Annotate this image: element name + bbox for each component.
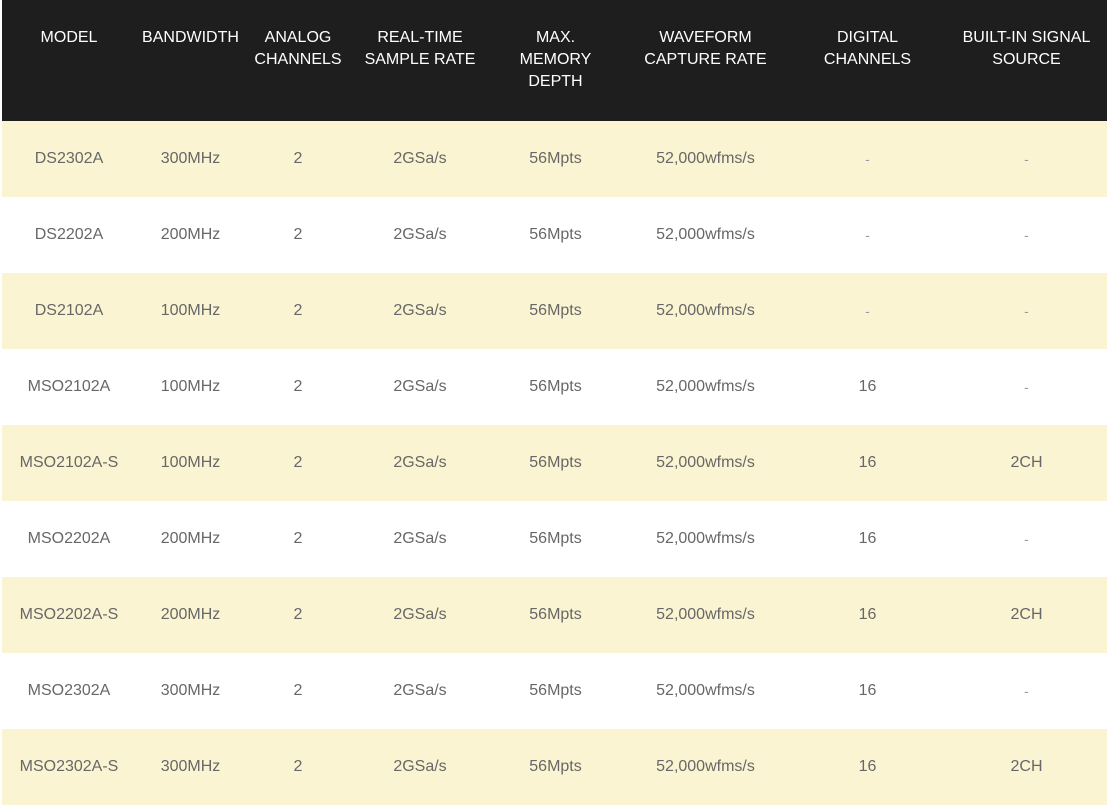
cell-model: MSO2102A-S — [19, 454, 119, 471]
cell-capture-rate: 52,000wfms/s — [656, 454, 755, 471]
cell-sample-rate: 2GSa/s — [393, 758, 447, 775]
table-row: DS2202A 200MHz 2 2GSa/s 56Mpts 52,000wfms/s - - — [2, 197, 1107, 273]
table-row: MSO2202A 200MHz 2 2GSa/s 56Mpts 52,000wfms/s 1… — [2, 501, 1107, 577]
cell-capture-rate: 52,000wfms/s — [656, 226, 755, 243]
table-row: MSO2102A-S 100MHz 2 2GSa/s 56Mpts 52,000wfms/… — [2, 425, 1107, 501]
cell-analog-channels: 2 — [293, 302, 303, 319]
cell-bandwidth: 200MHz — [160, 606, 221, 623]
cell-model: DS2102A — [34, 302, 104, 319]
cell-capture-rate: 52,000wfms/s — [656, 150, 755, 167]
cell-model: MSO2202A-S — [19, 606, 119, 623]
header-analog-channels: ANALOG CHANNELS — [254, 29, 342, 68]
cell-bandwidth: 100MHz — [160, 302, 221, 319]
table-row: DS2102A 100MHz 2 2GSa/s 56Mpts 52,000wfms/s - - — [2, 273, 1107, 349]
cell-sample-rate: 2GSa/s — [393, 530, 447, 547]
cell-signal-source: - — [1024, 683, 1029, 699]
cell-analog-channels: 2 — [293, 454, 303, 471]
cell-capture-rate: 52,000wfms/s — [656, 302, 755, 319]
cell-sample-rate: 2GSa/s — [393, 682, 447, 699]
cell-model: MSO2302A-S — [19, 758, 119, 775]
cell-memory-depth: 56Mpts — [529, 606, 582, 623]
table-header: MODEL BANDWIDTH ANALOG CHANNELS REAL-TIM… — [2, 0, 1107, 121]
cell-analog-channels: 2 — [293, 378, 303, 395]
cell-digital-channels: 16 — [858, 378, 877, 395]
cell-signal-source: - — [1024, 531, 1029, 547]
header-row: MODEL BANDWIDTH ANALOG CHANNELS REAL-TIM… — [2, 0, 1107, 121]
cell-analog-channels: 2 — [293, 606, 303, 623]
table-row: MSO2302A 300MHz 2 2GSa/s 56Mpts 52,000wfms/s 1… — [2, 653, 1107, 729]
header-memory-depth: MAX. MEMORY DEPTH — [519, 29, 592, 90]
cell-signal-source: - — [1024, 151, 1029, 167]
cell-memory-depth: 56Mpts — [529, 454, 582, 471]
header-signal-source: BUILT-IN SIGNAL SOURCE — [962, 29, 1091, 68]
cell-digital-channels: 16 — [858, 530, 877, 547]
header-digital-channels: DIGITAL CHANNELS — [823, 29, 912, 68]
table-row: MSO2202A-S 200MHz 2 2GSa/s 56Mpts 52,000wfms/… — [2, 577, 1107, 653]
cell-sample-rate: 2GSa/s — [393, 454, 447, 471]
cell-digital-channels: 16 — [858, 682, 877, 699]
header-bandwidth: BANDWIDTH — [142, 29, 239, 46]
cell-signal-source: 2CH — [1010, 454, 1043, 471]
cell-signal-source: - — [1024, 303, 1029, 319]
cell-capture-rate: 52,000wfms/s — [656, 606, 755, 623]
cell-memory-depth: 56Mpts — [529, 302, 582, 319]
table-row: MSO2102A 100MHz 2 2GSa/s 56Mpts 52,000wfms/s 1… — [2, 349, 1107, 425]
cell-memory-depth: 56Mpts — [529, 150, 582, 167]
table-row: DS2302A 300MHz 2 2GSa/s 56Mpts 52,000wfms/s - - — [2, 121, 1107, 197]
cell-analog-channels: 2 — [293, 682, 303, 699]
cell-capture-rate: 52,000wfms/s — [656, 530, 755, 547]
cell-memory-depth: 56Mpts — [529, 682, 582, 699]
header-model: MODEL — [40, 29, 98, 46]
cell-digital-channels: - — [865, 227, 870, 243]
cell-signal-source: 2CH — [1010, 758, 1043, 775]
cell-sample-rate: 2GSa/s — [393, 378, 447, 395]
cell-sample-rate: 2GSa/s — [393, 606, 447, 623]
cell-digital-channels: - — [865, 151, 870, 167]
cell-capture-rate: 52,000wfms/s — [656, 378, 755, 395]
cell-digital-channels: 16 — [858, 454, 877, 471]
cell-bandwidth: 100MHz — [160, 378, 221, 395]
cell-memory-depth: 56Mpts — [529, 226, 582, 243]
cell-digital-channels: - — [865, 303, 870, 319]
cell-signal-source: 2CH — [1010, 606, 1043, 623]
cell-bandwidth: 300MHz — [160, 758, 221, 775]
cell-memory-depth: 56Mpts — [529, 530, 582, 547]
cell-model: DS2302A — [34, 150, 104, 167]
spec-comparison-table: MODEL BANDWIDTH ANALOG CHANNELS REAL-TIM… — [2, 0, 1107, 805]
cell-analog-channels: 2 — [293, 226, 303, 243]
cell-sample-rate: 2GSa/s — [393, 226, 447, 243]
cell-model: MSO2102A — [27, 378, 111, 395]
cell-capture-rate: 52,000wfms/s — [656, 682, 755, 699]
cell-sample-rate: 2GSa/s — [393, 302, 447, 319]
cell-bandwidth: 100MHz — [160, 454, 221, 471]
cell-capture-rate: 52,000wfms/s — [656, 758, 755, 775]
cell-model: MSO2202A — [27, 530, 111, 547]
cell-analog-channels: 2 — [293, 530, 303, 547]
table-row: MSO2302A-S 300MHz 2 2GSa/s 56Mpts 52,000wfms/… — [2, 729, 1107, 805]
cell-analog-channels: 2 — [293, 758, 303, 775]
cell-memory-depth: 56Mpts — [529, 378, 582, 395]
cell-bandwidth: 200MHz — [160, 226, 221, 243]
cell-bandwidth: 200MHz — [160, 530, 221, 547]
header-capture-rate: WAVEFORM CAPTURE RATE — [644, 29, 767, 68]
header-sample-rate: REAL-TIME SAMPLE RATE — [364, 29, 476, 68]
cell-sample-rate: 2GSa/s — [393, 150, 447, 167]
cell-model: DS2202A — [34, 226, 104, 243]
cell-analog-channels: 2 — [293, 150, 303, 167]
cell-bandwidth: 300MHz — [160, 150, 221, 167]
cell-signal-source: - — [1024, 379, 1029, 395]
cell-memory-depth: 56Mpts — [529, 758, 582, 775]
cell-bandwidth: 300MHz — [160, 682, 221, 699]
cell-signal-source: - — [1024, 227, 1029, 243]
table-body: DS2302A 300MHz 2 2GSa/s 56Mpts 52,000wfms/s - -… — [2, 121, 1107, 805]
cell-model: MSO2302A — [27, 682, 111, 699]
cell-digital-channels: 16 — [858, 758, 877, 775]
cell-digital-channels: 16 — [858, 606, 877, 623]
